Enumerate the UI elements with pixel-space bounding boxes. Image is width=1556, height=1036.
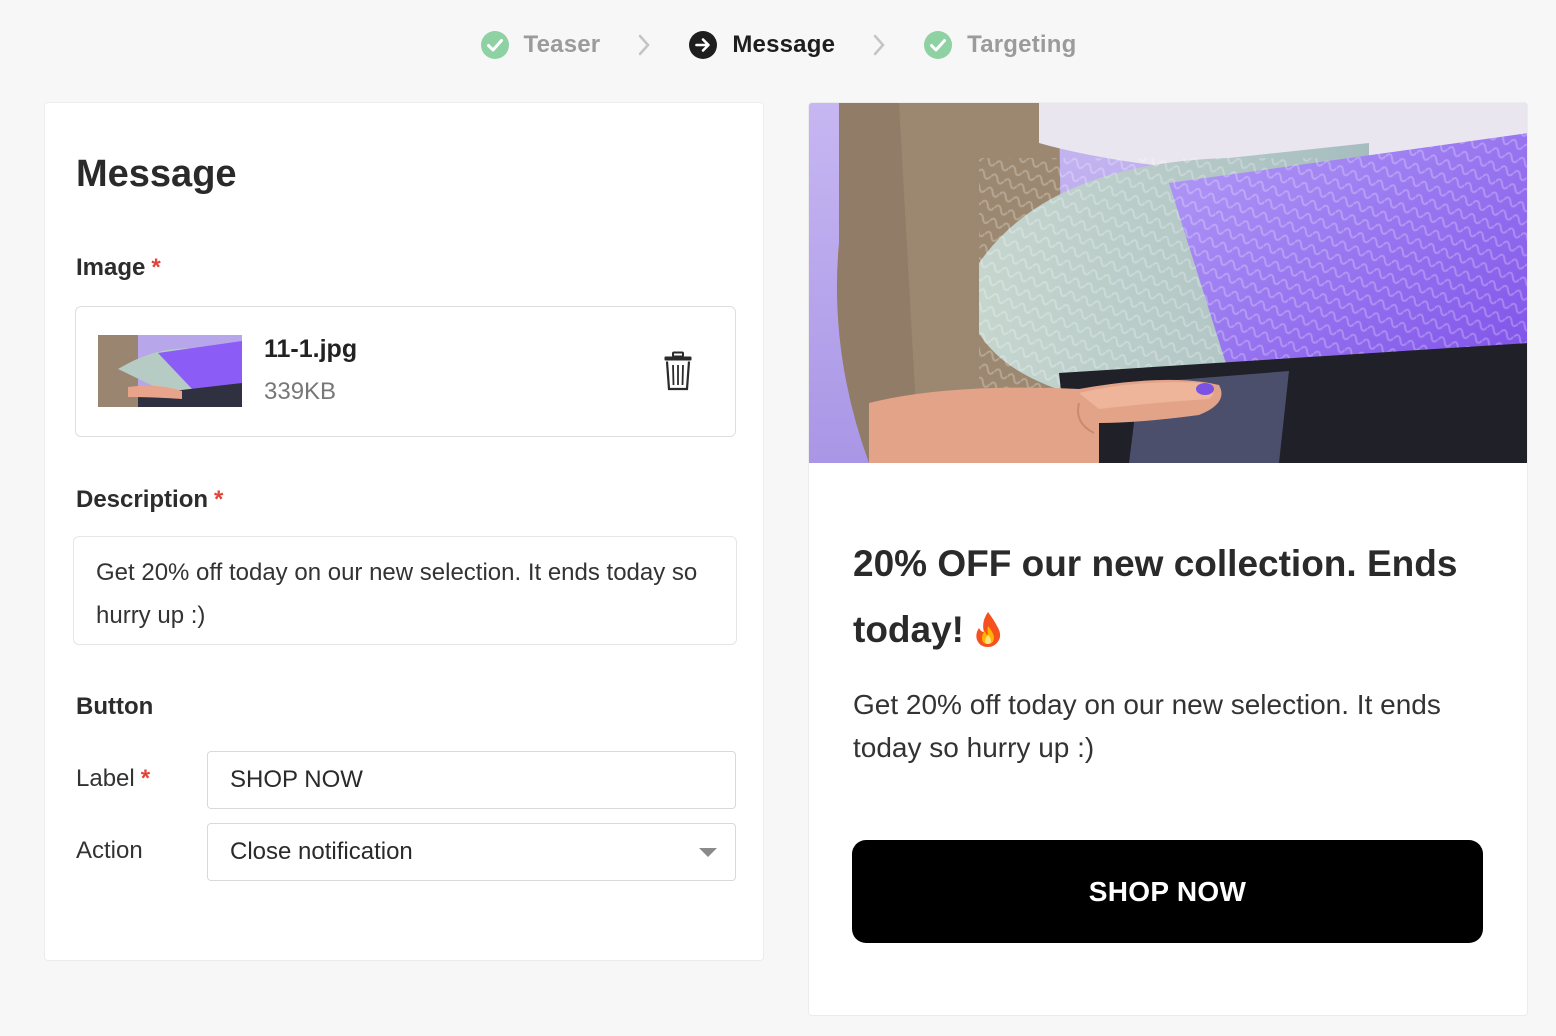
required-mark: * [214,486,224,513]
step-targeting[interactable]: Targeting [923,30,1076,60]
button-action-label: Action [76,837,143,864]
stepper: Teaser Message Targeting [0,24,1556,66]
shop-now-button[interactable]: SHOP NOW [852,840,1483,943]
file-name: 11-1.jpg [264,335,358,363]
required-mark: * [140,765,151,792]
preview-title-text: 20% OFF our new collection. Ends today! [853,543,1458,650]
step-label: Targeting [967,31,1077,58]
button-label-label: Label * [76,765,150,793]
selected-action: Close notification [230,838,413,865]
image-label: Image * [76,254,161,282]
button-label-input[interactable]: SHOP NOW [207,751,736,809]
step-teaser[interactable]: Teaser [480,30,601,60]
check-circle-icon [924,31,953,59]
chevron-right-icon [628,24,660,66]
arrow-right-circle-icon [689,31,718,59]
button-section-label: Button [76,693,154,720]
preview-title: 20% OFF our new collection. Ends today! [853,531,1493,663]
fire-emoji-icon [976,612,1001,647]
description-label-text: Description [76,486,209,513]
notification-preview: 20% OFF our new collection. Ends today! … [808,102,1528,1016]
chevron-right-icon [863,24,895,66]
step-label: Teaser [523,31,601,58]
button-action-select[interactable]: Close notification [207,823,736,881]
message-form-panel: Message Image * 11-1.jpg 339KB Descripti… [44,102,764,961]
check-circle-icon [480,31,509,59]
image-thumbnail [98,335,242,407]
file-size: 339KB [264,378,337,405]
description-label: Description * [76,486,223,514]
step-label: Message [732,31,836,58]
step-message[interactable]: Message [688,30,835,60]
trash-icon[interactable] [663,351,693,391]
hero-image [809,103,1527,463]
label-field-text: Label [76,765,135,792]
image-label-text: Image [76,254,146,281]
preview-description: Get 20% off today on our new selection. … [853,689,1441,763]
panel-title: Message [76,153,237,195]
image-upload-box[interactable]: 11-1.jpg 339KB [75,306,736,437]
chevron-down-icon [699,848,717,857]
required-mark: * [151,254,161,281]
description-textarea[interactable]: Get 20% off today on our new selection. … [73,536,737,645]
